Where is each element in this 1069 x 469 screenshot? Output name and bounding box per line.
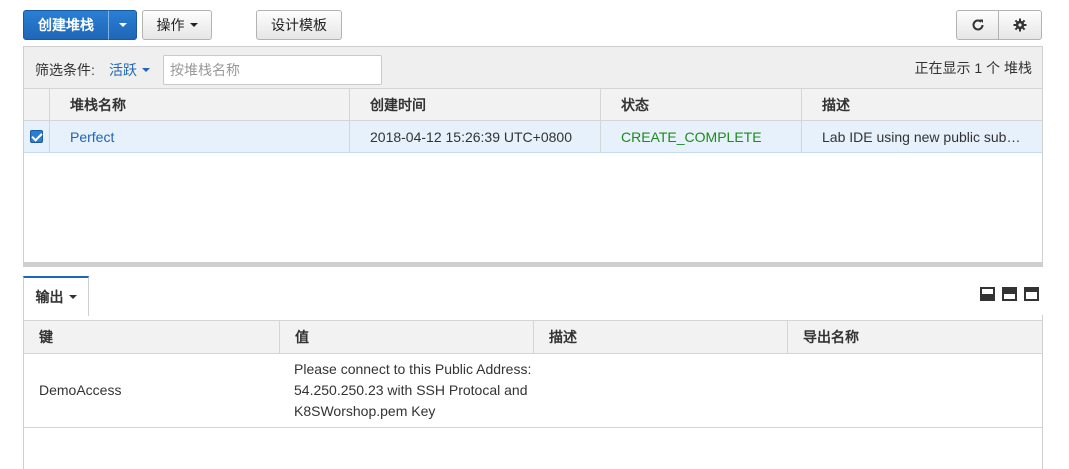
- output-value-text: Please connect to this Public Address: 5…: [294, 361, 532, 419]
- chevron-down-icon: [189, 23, 198, 27]
- filter-dropdown[interactable]: 活跃: [109, 60, 150, 80]
- select-column-header: [24, 89, 49, 120]
- layout-top-icon[interactable]: [1024, 287, 1039, 301]
- tab-output-label: 输出: [35, 289, 64, 305]
- stack-search-input[interactable]: [163, 55, 382, 85]
- column-header-description[interactable]: 描述: [801, 89, 1042, 120]
- stack-table-header: 堆栈名称 创建时间 状态 描述: [24, 89, 1042, 121]
- created-time-cell: 2018-04-12 15:26:39 UTC+0800: [349, 121, 600, 152]
- layout-bottom-icon[interactable]: [980, 287, 995, 301]
- stack-name-cell[interactable]: Perfect: [49, 121, 349, 152]
- create-stack-button[interactable]: 创建堆栈: [23, 10, 109, 40]
- status-cell: CREATE_COMPLETE: [600, 121, 801, 152]
- chevron-down-icon: [68, 295, 77, 299]
- chevron-down-icon: [142, 68, 150, 72]
- column-header-key[interactable]: 键: [24, 321, 279, 353]
- column-header-created[interactable]: 创建时间: [349, 89, 600, 120]
- row-checkbox-cell[interactable]: [24, 121, 49, 152]
- status-badge: CREATE_COMPLETE: [621, 128, 762, 145]
- table-row[interactable]: Perfect 2018-04-12 15:26:39 UTC+0800 CRE…: [24, 121, 1042, 153]
- filter-bar: 筛选条件: 活跃 正在显示 1 个 堆栈: [24, 47, 1042, 89]
- create-stack-dropdown-button[interactable]: [108, 10, 137, 40]
- stacks-panel: 筛选条件: 活跃 正在显示 1 个 堆栈 堆栈名称 创建时间 状态 描述 Per…: [23, 46, 1043, 266]
- output-value-cell: Please connect to this Public Address: 5…: [279, 354, 533, 427]
- description-cell: Lab IDE using new public sub…: [801, 121, 1042, 152]
- output-panel: 键 值 描述 导出名称 DemoAccess Please connect to…: [23, 315, 1043, 469]
- gear-icon: [1013, 18, 1027, 32]
- column-header-export-name[interactable]: 导出名称: [787, 321, 1042, 353]
- table-row: DemoAccess Please connect to this Public…: [24, 354, 1042, 428]
- stack-count-text: 正在显示 1 个 堆栈: [914, 60, 1032, 76]
- design-template-button[interactable]: 设计模板: [256, 10, 342, 40]
- actions-button[interactable]: 操作: [142, 10, 212, 40]
- column-header-stack-name[interactable]: 堆栈名称: [49, 89, 349, 120]
- actions-label: 操作: [156, 17, 185, 33]
- filter-label: 筛选条件:: [35, 62, 95, 78]
- column-header-output-description[interactable]: 描述: [533, 321, 787, 353]
- settings-button[interactable]: [998, 10, 1042, 40]
- output-export-name-cell: [787, 354, 1042, 427]
- tab-output[interactable]: 输出: [23, 276, 89, 316]
- output-description-cell: [533, 354, 787, 427]
- panel-resize-handle[interactable]: [23, 262, 1043, 267]
- refresh-button[interactable]: [956, 10, 999, 40]
- row-checkbox[interactable]: [30, 130, 43, 143]
- output-key-cell: DemoAccess: [39, 382, 122, 398]
- column-header-value[interactable]: 值: [279, 321, 533, 353]
- layout-split-icon[interactable]: [1002, 287, 1017, 301]
- stack-name-link[interactable]: Perfect: [70, 129, 114, 145]
- layout-toggle-group: [980, 287, 1039, 301]
- chevron-down-icon: [118, 23, 127, 27]
- column-header-status[interactable]: 状态: [600, 89, 801, 120]
- filter-value: 活跃: [109, 62, 137, 78]
- create-stack-label: 创建堆栈: [38, 17, 94, 33]
- design-template-label: 设计模板: [271, 17, 327, 33]
- output-table-header: 键 值 描述 导出名称: [24, 320, 1042, 354]
- refresh-icon: [972, 19, 983, 31]
